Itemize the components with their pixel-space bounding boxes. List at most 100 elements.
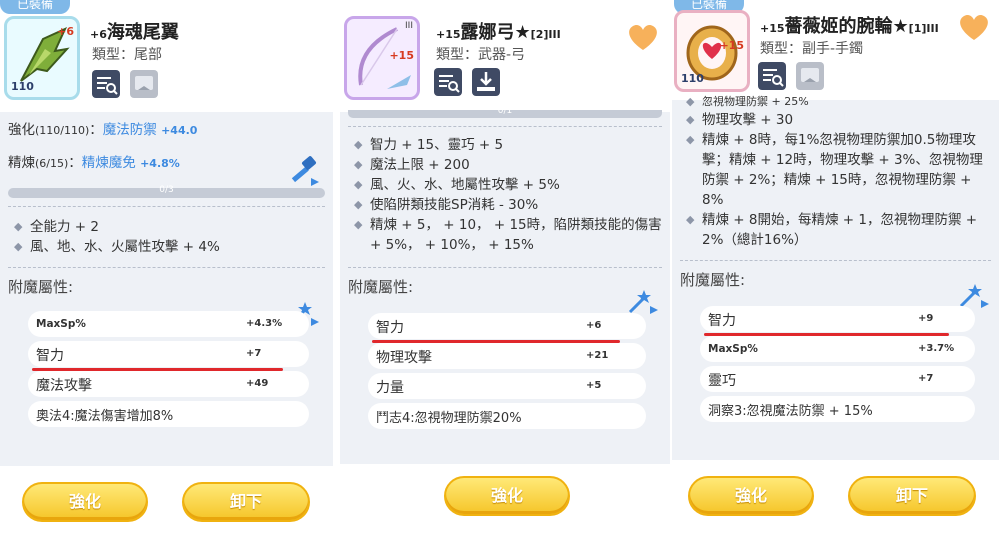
favorite-heart-icon[interactable] (957, 12, 991, 42)
item-slot: [2] (530, 28, 549, 41)
refine-label: 精煉 (8, 155, 35, 171)
socket-progress-text: 0/3 (159, 185, 174, 195)
enchant-row: 魔法攻擊 +49 (28, 371, 309, 397)
effect-line: 精煉 + 8時，每1%忽視物理防禦加0.5物理攻擊；精煉 + 12時，物理攻擊 … (680, 130, 991, 210)
enchant-value: +21 (586, 350, 609, 361)
unequip-button[interactable]: 卸下 (182, 482, 310, 522)
type-label: 類型： (760, 41, 802, 57)
item-thumbnail[interactable]: +6 110 (4, 16, 80, 100)
socket-progress-text: 0/1 (497, 106, 513, 116)
item-details: 忽視物理防禦 + 25% 物理攻擊 + 30 精煉 + 8時，每1%忽視物理防禦… (672, 94, 999, 422)
effect-line: 智力 + 15、靈巧 + 5 (348, 135, 662, 155)
enhance-stat: 魔法防禦 (102, 122, 157, 138)
item-name: +15露娜弓★[2]III (436, 18, 561, 44)
enchant-value: +7 (918, 373, 934, 384)
effect-line: 物理攻擊 + 30 (680, 110, 991, 130)
type-label: 類型： (436, 47, 478, 63)
enchant-row: 物理攻擊 +21 (368, 343, 646, 369)
item-name-text: 露娜弓★ (460, 22, 531, 43)
enchant-title: 附魔屬性: (680, 271, 746, 289)
enchant-name: 魔法攻擊 (36, 378, 92, 394)
refine-line: 精煉(6/15)：精煉魔免 +4.8% (8, 153, 325, 174)
refine-stat: 精煉魔免 (81, 155, 136, 171)
enhance-sep: ： (89, 122, 103, 138)
item-thumbnail[interactable]: +15 III (344, 16, 420, 100)
enchant-title: 附魔屬性: (8, 278, 74, 296)
inspect-icon[interactable] (758, 62, 786, 90)
enchant-value: +9 (918, 313, 934, 324)
item-grade: III (548, 28, 561, 41)
type-value: 尾部 (134, 47, 162, 63)
refine-badge: +6 (57, 25, 74, 38)
item-slot: [1] (908, 22, 927, 35)
equipped-tag: 已裝備 (0, 0, 70, 14)
enchant-name: 智力 (708, 313, 736, 329)
inspect-icon[interactable] (92, 70, 120, 98)
effect-line: 全能力 + 2 (8, 217, 325, 237)
effect-line: 精煉 + 5， + 10， + 15時，陷阱類技能的傷害 + 5%， + 10%… (348, 215, 662, 255)
item-panel-tail: 已裝備 +6 110 +6 海魂尾翼 類型：尾部 強化(110/110)：魔法防禦… (0, 0, 333, 466)
refine-bonus: +4.8% (140, 157, 180, 170)
item-panel-bow: +15 III +15露娜弓★[2]III 類型：武器-弓 0/1 ◆ 智力 +… (340, 12, 670, 464)
effect-line: 風、地、水、火屬性攻擊 + 4% (8, 237, 325, 257)
item-action-icons (758, 62, 824, 90)
refine-progress: (6/15) (35, 157, 69, 170)
enhance-label: 強化 (8, 122, 35, 138)
download-icon[interactable] (472, 68, 500, 96)
enchant-title: 附魔屬性: (348, 278, 414, 296)
enchant-row: MaxSp% +4.3% (28, 311, 309, 337)
enchant-name: MaxSp% (708, 343, 758, 355)
item-thumbnail[interactable]: +15 110 (674, 10, 750, 92)
item-name-text: 海魂尾翼 (106, 22, 179, 43)
effect-line: 風、火、水、地屬性攻擊 + 5% (348, 175, 662, 195)
item-panel-bracelet: 已裝備 +15 110 +15薔薇姬的腕輪★[1]III 類型：副手-手鐲 ◆ … (672, 0, 999, 460)
effect-line-partial: 忽視物理防禦 + 25% (680, 94, 991, 110)
enhance-button[interactable]: 強化 (444, 476, 570, 516)
item-action-icons (92, 70, 158, 98)
enchant-value: +5 (586, 380, 602, 391)
effect-line: 精煉 + 8開始，每精煉 + 1，忽視物理防禦 + 2%（總計16%） (680, 210, 991, 250)
enchant-wand-icon[interactable] (624, 286, 660, 316)
enchant-value: +4.3% (246, 318, 283, 329)
equipment-compare-screen: 已裝備 +6 110 +6海魂尾翼 類型：尾部 強化(110/110)：魔法防禦… (0, 0, 999, 540)
enchant-row: 洞察3:忽視魔法防禦 + 15% (700, 396, 975, 422)
unequip-button[interactable]: 卸下 (848, 476, 976, 516)
enchant-value: +6 (586, 320, 602, 331)
enchant-value: +7 (246, 348, 262, 359)
enchant-name: 智力 (36, 348, 64, 364)
enchant-row-highlighted: 智力 +9 (700, 306, 975, 336)
item-name: +15薔薇姬的腕輪★[1]III (760, 12, 939, 38)
divider (348, 126, 662, 127)
enhance-button[interactable]: 強化 (22, 482, 148, 522)
type-value: 副手-手鐲 (802, 41, 864, 57)
divider (680, 260, 991, 261)
costume-icon[interactable] (796, 62, 824, 90)
item-action-icons (434, 68, 500, 96)
enhance-progress: (110/110) (35, 124, 90, 137)
enchant-row: 鬥志4:忽視物理防禦20% (368, 403, 646, 429)
socket-progress-bar: 0/3 (8, 185, 325, 198)
hammer-icon[interactable] (287, 156, 321, 192)
enhance-button[interactable]: 強化 (688, 476, 814, 516)
enchant-row-highlighted: 智力 +6 (368, 313, 646, 343)
item-name-text: 薔薇姬的腕輪★ (784, 16, 909, 37)
enchant-name: 奧法4:魔法傷害增加8% (36, 409, 174, 424)
item-level: 110 (681, 72, 704, 85)
enhance-line: 強化(110/110)：魔法防禦 +44.0 (8, 120, 325, 141)
effect-line: 魔法上限 + 200 (348, 155, 662, 175)
enchant-row: 靈巧 +7 (700, 366, 975, 392)
socket-progress-bar: 0/1 (348, 106, 662, 118)
enchant-name: MaxSp% (36, 318, 86, 330)
enchant-row: 奧法4:魔法傷害增加8% (28, 401, 309, 427)
costume-icon[interactable] (130, 70, 158, 98)
enchant-name: 物理攻擊 (376, 350, 432, 366)
enchant-row-highlighted: 智力 +7 (28, 341, 309, 371)
enchant-value: +49 (246, 378, 269, 389)
favorite-heart-icon[interactable] (626, 22, 660, 52)
item-refine-level: +15 (436, 28, 461, 41)
item-type: 類型：尾部 (92, 44, 162, 64)
inspect-icon[interactable] (434, 68, 462, 96)
item-type: 類型：副手-手鐲 (760, 38, 863, 58)
enchant-row: 力量 +5 (368, 373, 646, 399)
item-details: 強化(110/110)：魔法防禦 +44.0 精煉(6/15)：精煉魔免 +4.… (0, 120, 333, 427)
